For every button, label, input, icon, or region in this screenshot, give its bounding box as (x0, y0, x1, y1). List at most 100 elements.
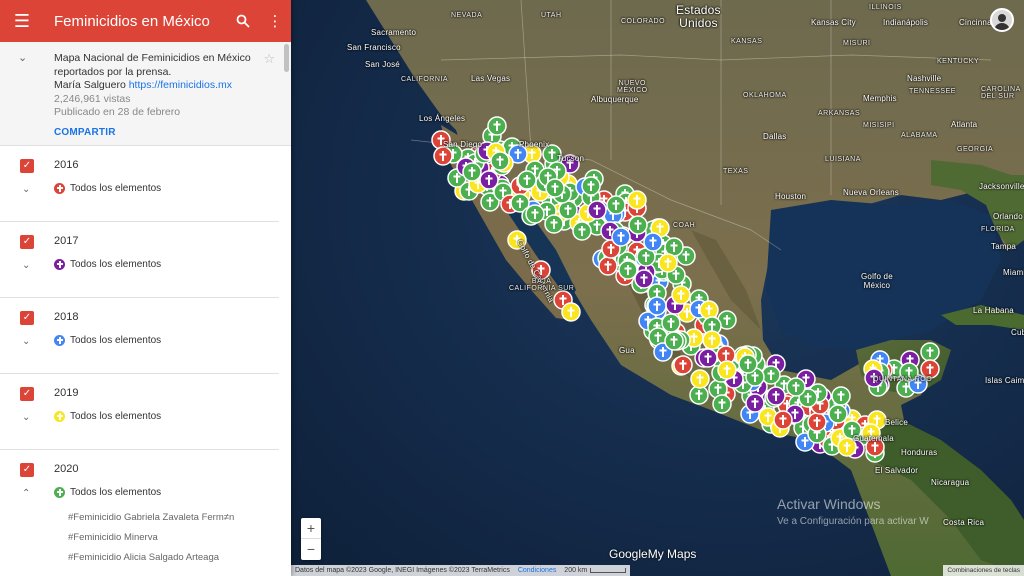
author-name: María Salguero (54, 79, 126, 91)
cross-marker-icon[interactable] (479, 170, 499, 190)
cross-marker-icon[interactable] (490, 151, 510, 171)
avatar[interactable] (990, 8, 1014, 32)
cross-marker-icon[interactable] (517, 170, 537, 190)
cross-marker-icon[interactable] (671, 285, 691, 305)
cross-marker-icon[interactable] (487, 116, 507, 136)
map-title: Feminicidios en México (54, 12, 210, 30)
cross-marker-icon[interactable] (717, 360, 737, 380)
cross-marker-icon[interactable] (598, 256, 618, 276)
cross-marker-icon[interactable] (761, 365, 781, 385)
cross-marker-icon[interactable] (618, 260, 638, 280)
label-carolina-sur: CAROLINA DEL SUR (981, 86, 1021, 100)
cross-marker-icon[interactable] (433, 146, 453, 166)
label-honduras: Honduras (901, 448, 938, 457)
more-vert-icon[interactable]: ⋮ (259, 0, 291, 42)
map-attribution: Datos del mapa ©2023 Google, INEGI Imáge… (291, 565, 631, 576)
author-line: María Salguero https://feminicidios.mx (54, 79, 275, 93)
cross-marker-icon[interactable] (699, 300, 719, 320)
cross-marker-icon[interactable] (628, 215, 648, 235)
map-canvas[interactable]: Estados Unidos Sacramento San Francisco S… (291, 0, 1024, 576)
cross-marker-icon[interactable] (544, 214, 564, 234)
list-item[interactable]: #Feminicidio Alicia Salgado Arteaga (68, 548, 234, 568)
cross-marker-icon (54, 335, 65, 346)
cross-marker-icon[interactable] (689, 385, 709, 405)
label-sacramento: Sacramento (371, 28, 417, 37)
cross-marker-icon[interactable] (698, 348, 718, 368)
zoom-out-button[interactable]: − (301, 539, 321, 560)
cross-marker-icon[interactable] (587, 200, 607, 220)
cross-marker-icon[interactable] (702, 330, 722, 350)
label-nuevo-mexico: NUEVO MÉXICO (617, 80, 648, 94)
cross-marker-icon[interactable] (828, 404, 848, 424)
layer-checkbox[interactable]: ✓ (20, 159, 34, 173)
label-quintana-roo: QUINTANA ROO (873, 376, 933, 383)
cross-marker-icon[interactable] (658, 253, 678, 273)
chevron-down-icon[interactable]: ⌄ (18, 52, 34, 66)
menu-icon[interactable]: ☰ (0, 0, 44, 42)
label-golfo-mexico: Golfo de México (861, 272, 893, 290)
cross-marker-icon[interactable] (611, 227, 631, 247)
layer-checkbox[interactable]: ✓ (20, 463, 34, 477)
zoom-control: + − (301, 518, 321, 560)
label-estados-unidos: Estados Unidos (676, 3, 721, 30)
layer-checkbox[interactable]: ✓ (20, 387, 34, 401)
cross-marker-icon[interactable] (634, 269, 654, 289)
cross-marker-icon[interactable] (766, 386, 786, 406)
cross-marker-icon[interactable] (661, 313, 681, 333)
share-button[interactable]: COMPARTIR (54, 126, 275, 140)
layer-year: 2019 (54, 387, 79, 399)
cross-marker-icon[interactable] (627, 190, 647, 210)
chevron-down-icon[interactable]: ⌄ (22, 260, 30, 271)
cross-marker-icon[interactable] (545, 178, 565, 198)
cross-marker-icon[interactable] (525, 204, 545, 224)
list-item[interactable]: #Feminicidio Gabriela Zavaleta Ferm­≠n (68, 508, 234, 528)
cross-marker-icon[interactable] (712, 394, 732, 414)
star-icon[interactable]: ☆ (263, 52, 275, 66)
description-line1: Mapa Nacional de Feminicidios en México (54, 52, 251, 64)
layer-year: 2017 (54, 235, 79, 247)
keyboard-shortcuts-link[interactable]: Combinaciones de teclas (943, 565, 1024, 576)
zoom-in-button[interactable]: + (301, 518, 321, 539)
label-utah: UTAH (541, 12, 562, 19)
cross-marker-icon[interactable] (572, 221, 592, 241)
cross-marker-icon[interactable] (673, 355, 693, 375)
cross-marker-icon[interactable] (690, 369, 710, 389)
layer-checkbox[interactable]: ✓ (20, 235, 34, 249)
layer-item-list: #Feminicidio Gabriela Zavaleta Ferm­≠n #… (68, 508, 234, 568)
label-guadalajara: Gua (619, 346, 635, 355)
cross-marker-icon[interactable] (786, 377, 806, 397)
cross-marker-icon[interactable] (561, 302, 581, 322)
website-link[interactable]: https://feminicidios.mx (129, 79, 232, 91)
chevron-up-icon[interactable]: ⌃ (22, 488, 30, 499)
cross-marker-icon[interactable] (831, 386, 851, 406)
list-item[interactable]: #Feminicidio Minerva (68, 528, 234, 548)
cross-marker-icon[interactable] (920, 342, 940, 362)
label-nueva-orleans: Nueva Orleans (843, 188, 899, 197)
terms-link[interactable]: Condiciones (518, 567, 557, 574)
cross-marker-icon[interactable] (647, 296, 667, 316)
layer-2017: ✓ 2017 ⌄ Todos los elementos (0, 222, 279, 298)
layer-all-items[interactable]: Todos los elementos (54, 259, 161, 270)
layer-all-items[interactable]: Todos los elementos (54, 183, 161, 194)
scrollbar-thumb[interactable] (284, 44, 289, 72)
cross-marker-icon[interactable] (738, 354, 758, 374)
cross-marker-icon[interactable] (773, 410, 793, 430)
search-icon[interactable] (227, 0, 259, 42)
chevron-down-icon[interactable]: ⌄ (22, 412, 30, 423)
layer-checkbox[interactable]: ✓ (20, 311, 34, 325)
cross-marker-icon[interactable] (462, 162, 482, 182)
chevron-down-icon[interactable]: ⌄ (22, 336, 30, 347)
cross-marker-icon[interactable] (807, 412, 827, 432)
layer-all-items[interactable]: Todos los elementos (54, 335, 161, 346)
cross-marker-icon[interactable] (643, 232, 663, 252)
label-los-angeles: Los Ángeles (419, 114, 466, 123)
cross-marker-icon[interactable] (606, 195, 626, 215)
cross-marker-icon[interactable] (664, 331, 684, 351)
label-atlanta: Atlanta (951, 120, 978, 129)
cross-marker-icon[interactable] (581, 176, 601, 196)
chevron-down-icon[interactable]: ⌄ (22, 184, 30, 195)
cross-marker-icon[interactable] (745, 393, 765, 413)
layer-all-items[interactable]: Todos los elementos (54, 411, 161, 422)
watermark-line1: Activar Windows (777, 496, 881, 512)
layer-all-items[interactable]: Todos los elementos (54, 487, 161, 498)
